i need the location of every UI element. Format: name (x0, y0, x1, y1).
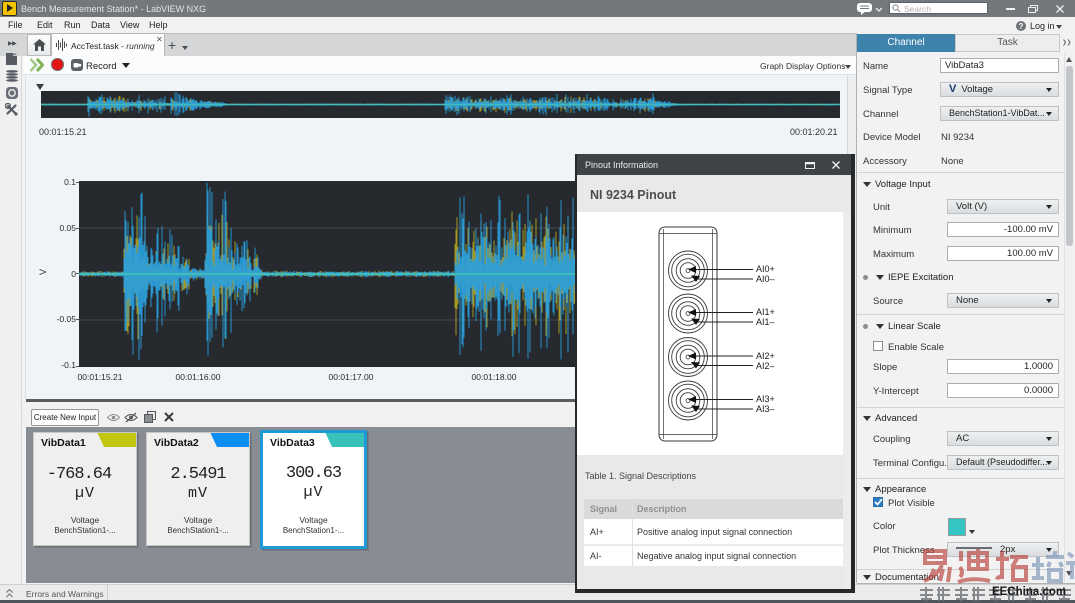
svg-text:?: ? (1019, 22, 1024, 31)
